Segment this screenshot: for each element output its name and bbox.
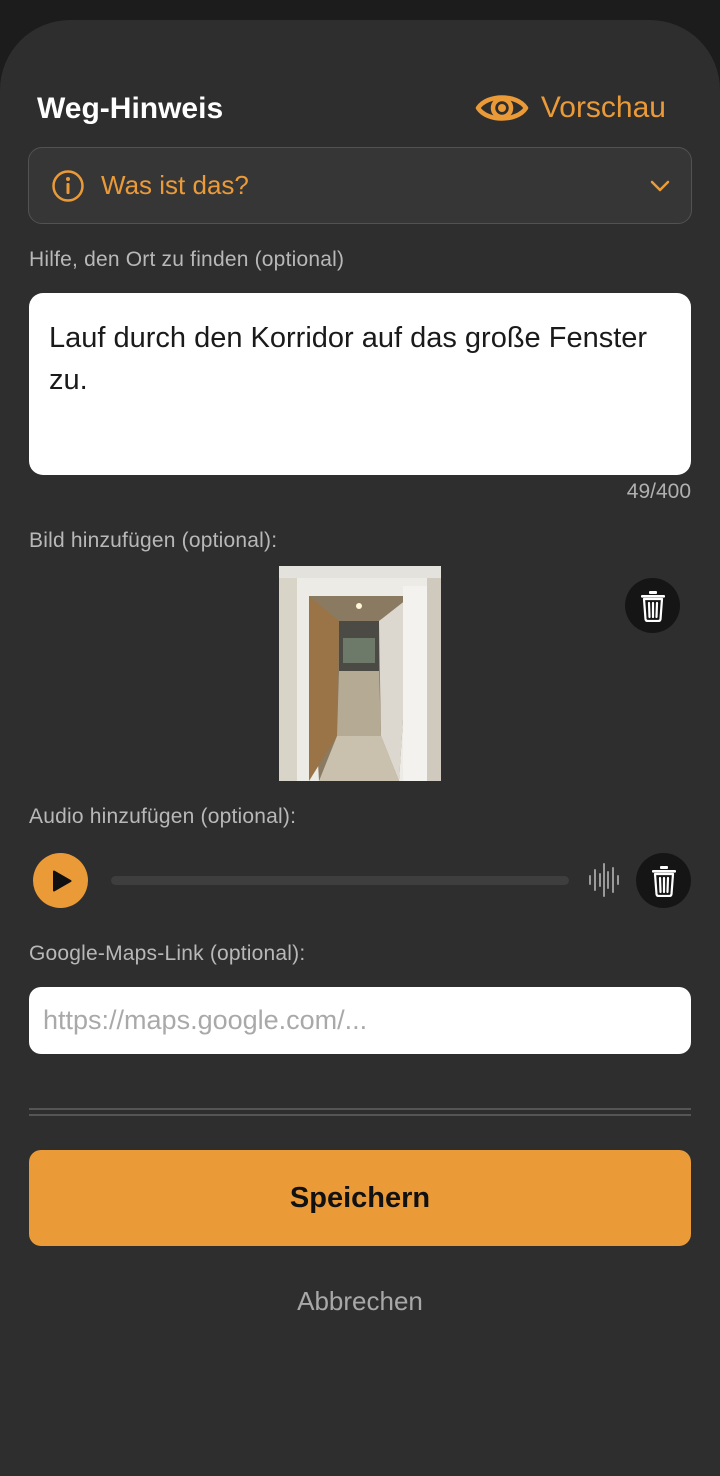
chevron-down-icon [650,180,670,191]
info-icon [52,169,84,202]
delete-audio-button[interactable] [636,853,691,908]
maps-link-input[interactable] [29,987,691,1054]
play-icon [53,870,72,891]
save-button[interactable]: Speichern [29,1150,691,1246]
preview-label: Vorschau [540,91,666,124]
page-title: Weg-Hinweis [37,92,224,125]
bottom-sheet: Weg-Hinweis Vorschau Was ist das? Hilfe,… [0,20,720,1476]
eye-icon [475,95,529,121]
hint-textarea[interactable]: Lauf durch den Korridor auf das große Fe… [29,293,691,475]
image-label: Bild hinzufügen (optional): [29,529,278,552]
trash-icon [651,865,676,897]
cancel-button[interactable]: Abbrechen [0,1286,720,1317]
play-audio-button[interactable] [33,853,88,908]
what-is-this-dropdown[interactable]: Was ist das? [28,147,692,224]
hint-label: Hilfe, den Ort zu finden (optional) [29,248,345,271]
audio-label: Audio hinzufügen (optional): [29,805,297,828]
delete-image-button[interactable] [625,578,680,633]
trash-icon [640,590,665,622]
corridor-photo [279,566,441,781]
waveform-icon [589,863,619,897]
dropdown-label: Was ist das? [101,170,249,200]
divider [29,1108,691,1116]
preview-button[interactable]: Vorschau [475,88,666,128]
audio-progress-track[interactable] [111,876,569,885]
character-counter: 49/400 [626,480,691,503]
maps-label: Google-Maps-Link (optional): [29,942,306,965]
